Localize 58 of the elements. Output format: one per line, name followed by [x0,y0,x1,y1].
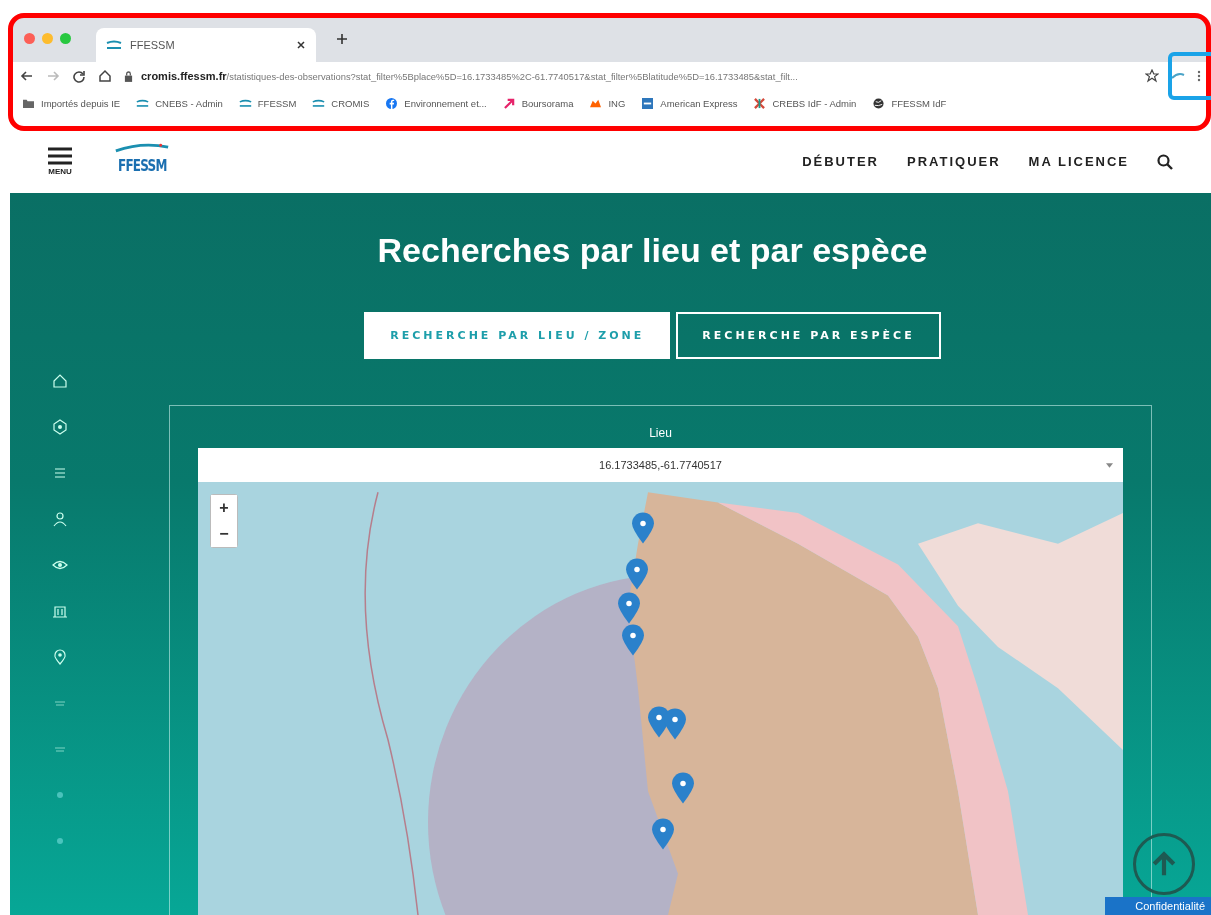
cross-icon [753,97,767,109]
logo[interactable]: FFESSM [112,140,173,175]
page-title: Recherches par lieu et par espèce [377,231,928,270]
back-icon[interactable] [20,69,34,83]
badge-icon[interactable] [52,419,68,435]
map[interactable]: + − [198,482,1123,915]
map-marker[interactable] [618,592,640,624]
map-marker[interactable] [672,772,694,804]
privacy-link[interactable]: Confidentialité [1105,897,1211,915]
wave-icon [106,40,122,50]
bookmark[interactable]: CNEBS - Admin [136,97,223,109]
home-icon[interactable] [98,69,112,83]
map-marker[interactable] [632,512,654,544]
menu-button[interactable]: MENU [46,147,74,176]
browser-tab[interactable]: FFESSM [96,28,316,62]
wave-icon [238,97,252,109]
up-arrow-icon [1150,850,1178,878]
list-icon[interactable] [52,465,68,481]
address-bar[interactable]: cromis.ffessm.fr/statistiques-des-observations?stat_filter%5Bplace%5D=16.1733485%2C-61.7740517&stat_filter%5Blatitude%5D=16.1733485&stat_filt... [124,70,1133,82]
place-select[interactable]: 16.1733485,-61.7740517 [198,448,1123,482]
bookmark[interactable]: CREBS IdF - Admin [753,97,857,109]
nav-link[interactable]: DÉBUTER [802,154,879,169]
globe-icon [872,97,886,109]
search-icon[interactable] [1157,153,1173,170]
bookmark[interactable]: FFESSM [238,97,297,109]
menu-icon [48,147,72,165]
user-icon[interactable] [52,511,68,527]
plus-icon[interactable] [336,32,348,45]
close-icon[interactable] [296,40,306,50]
bookmark[interactable]: Environnement et... [385,97,487,109]
search-mode-tab[interactable]: RECHERCHE PAR ESPÈCE [676,312,941,359]
bookmark[interactable]: Boursorama [502,97,574,109]
close-window-icon[interactable] [24,33,35,44]
nav-link[interactable]: MA LICENCE [1028,154,1129,169]
card-icon [641,97,655,109]
nav-link[interactable]: PRATIQUER [907,154,1001,169]
arrow-icon [502,97,516,109]
map-marker[interactable] [622,624,644,656]
field-label: Lieu [648,426,673,440]
facebook-icon [385,97,399,109]
bookmark[interactable]: FFESSM IdF [872,97,947,109]
bookmark[interactable]: ING [589,97,626,109]
wave-icon [136,97,150,109]
caret-icon [1106,462,1113,468]
more-options-icon[interactable] [1197,69,1201,83]
building-icon[interactable] [52,603,68,619]
folder-icon [22,97,35,109]
bookmark[interactable]: CROMIS [312,97,370,109]
bookmark[interactable]: Importés depuis IE [22,97,121,109]
map-marker[interactable] [626,558,648,590]
star-icon[interactable] [1145,69,1159,83]
map-marker[interactable] [652,818,674,850]
lock-icon [124,70,133,82]
wave-icon [312,97,326,109]
bookmark[interactable]: American Express [641,97,738,109]
map-marker[interactable] [664,708,686,740]
location-pin-icon[interactable] [52,649,68,665]
reload-icon[interactable] [72,69,86,83]
